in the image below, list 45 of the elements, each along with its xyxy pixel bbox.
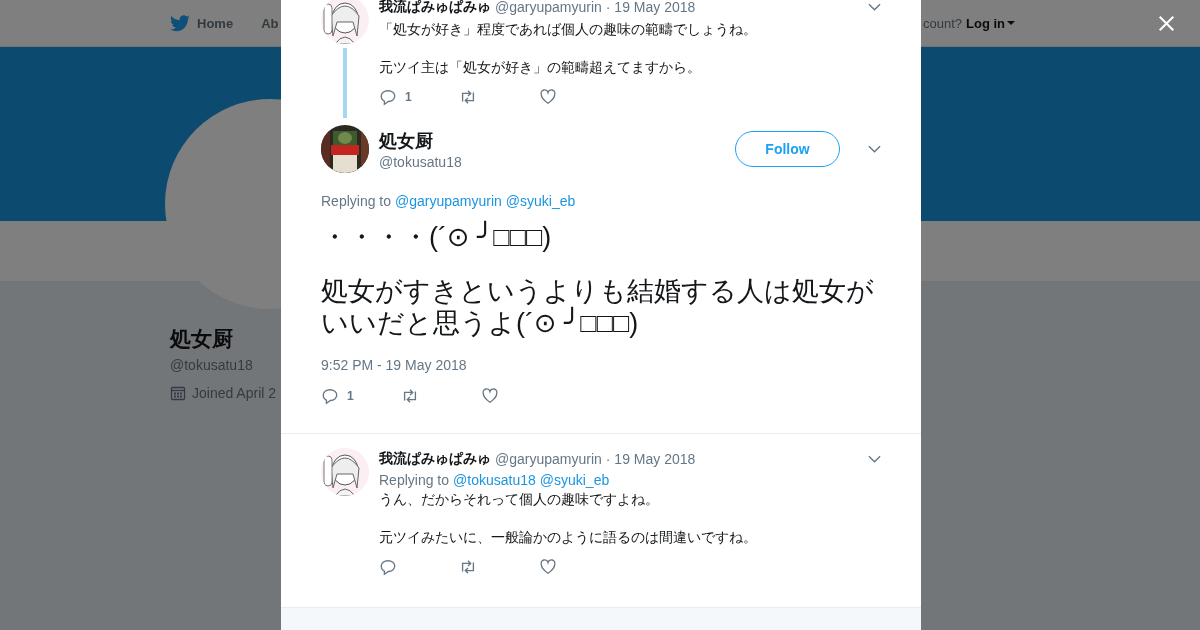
close-icon[interactable] — [1158, 15, 1175, 32]
reply-icon[interactable] — [321, 387, 339, 405]
mention-link[interactable]: @garyupamyurin — [395, 193, 502, 209]
tweet-text: 処女がすきというよりも結婚する人は処女がいいだと思うよ(´⊙ ╯□□□) — [321, 275, 875, 339]
bird-icon — [170, 14, 190, 32]
tweet-text: うん、だからそれって個人の趣味ですよね。 — [379, 490, 660, 508]
replying-label: Replying to — [321, 193, 392, 209]
account-prompt: count? — [922, 15, 962, 31]
profile-handle: @tokusatu18 — [170, 357, 253, 373]
user-handle[interactable]: @tokusatu18 — [379, 153, 725, 170]
retweet-icon[interactable] — [459, 558, 477, 576]
follow-button[interactable]: Follow — [735, 131, 840, 167]
tweet-date[interactable]: · 19 May 2018 — [605, 0, 696, 15]
tweet-text: ・・・・(´⊙ ╯□□□) — [321, 221, 553, 253]
user-handle[interactable]: @garyupamyurin — [495, 451, 602, 467]
tweet-timestamp: 9:52 PM - 19 May 2018 — [321, 357, 468, 373]
user-name[interactable]: 処女厨 — [379, 128, 725, 153]
reply-count: 1 — [347, 389, 354, 403]
reply-icon[interactable] — [379, 558, 397, 576]
heart-icon[interactable] — [539, 558, 557, 576]
reply-icon[interactable] — [379, 88, 397, 106]
tweet-text: 元ツイみたいに、一般論かのように語るのは間違いですね。 — [379, 528, 758, 546]
mention-link[interactable]: @syuki_eb — [539, 472, 610, 488]
home-link[interactable]: Home — [170, 14, 234, 32]
profile-name: 処女厨 — [170, 326, 233, 352]
mention-link[interactable]: @syuki_eb — [505, 193, 576, 209]
user-handle[interactable]: @garyupamyurin — [495, 0, 602, 15]
chevron-icon[interactable] — [868, 455, 881, 463]
replying-label: Replying to — [379, 472, 450, 488]
chevron-icon[interactable] — [868, 3, 881, 11]
tweet-date[interactable]: · 19 May 2018 — [605, 451, 696, 467]
tweet-text: 「処女が好き」程度であれば個人の趣味の範疇でしょうね。 — [379, 20, 758, 38]
login-link[interactable]: Log in — [966, 15, 1015, 31]
user-name[interactable]: 我流ぱみゅぱみゅ — [379, 450, 491, 468]
retweet-icon[interactable] — [459, 88, 477, 106]
nav-link[interactable]: Ab — [261, 15, 279, 31]
chevron-icon[interactable] — [868, 145, 881, 153]
heart-icon[interactable] — [539, 88, 557, 106]
calendar-icon — [170, 385, 186, 401]
heart-icon[interactable] — [481, 387, 499, 405]
joined-date: Joined April 2 — [192, 385, 277, 401]
reply-count: 1 — [405, 90, 412, 104]
retweet-icon[interactable] — [401, 387, 419, 405]
mention-link[interactable]: @tokusatu18 — [453, 472, 536, 488]
tweet-text: 元ツイ主は「処女が好き」の範疇超えてますから。 — [379, 58, 702, 76]
